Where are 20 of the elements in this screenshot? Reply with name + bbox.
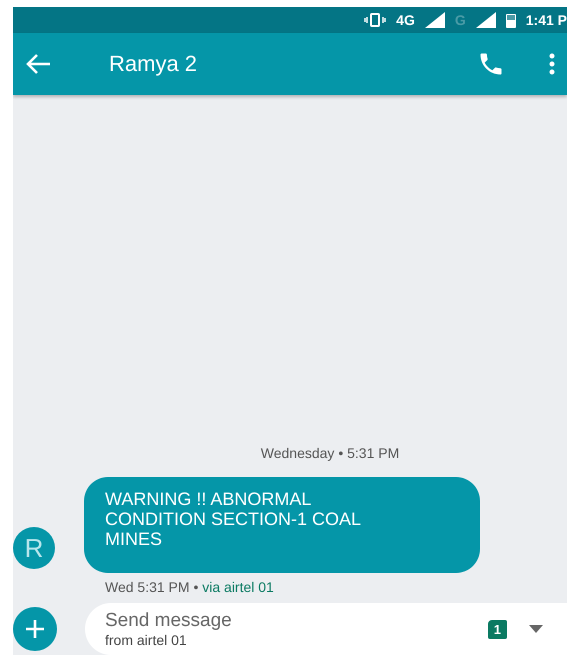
clock: 1:41 P [526,12,567,28]
date-divider: Wednesday • 5:31 PM [260,445,400,461]
more-icon[interactable] [549,53,555,75]
back-icon[interactable] [25,53,51,75]
signal-icon [424,12,445,28]
signal-icon [476,12,496,28]
message-bubble: WARNING !! ABNORMAL CONDITION SECTION-1 COAL MINES [84,477,480,573]
add-button[interactable] [13,607,57,651]
avatar: R [13,527,55,569]
network-type: G [454,12,466,28]
network-type: 4G [396,12,415,28]
vibrate-icon [364,13,386,27]
sim-label: from airtel 01 [105,632,188,648]
message-time: Wed 5:31 PM • [105,579,200,595]
contact-name: Ramya 2 [109,51,198,77]
dropdown-icon[interactable] [529,625,543,633]
message-via: via airtel 01 [202,579,274,595]
sim-badge: 1 [488,620,507,638]
battery-icon [506,12,516,28]
plus-icon [25,619,45,639]
